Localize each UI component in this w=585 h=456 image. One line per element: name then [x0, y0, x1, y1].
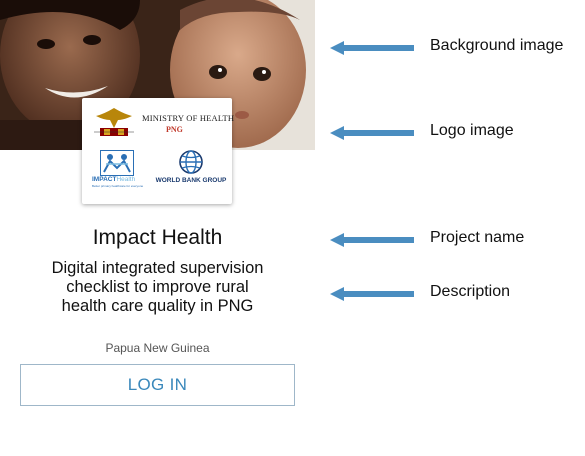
- impact-wordmark-accent: Health: [116, 176, 136, 183]
- annotation-label: Logo image: [430, 122, 514, 139]
- logo-image: MINISTRY OF HEALTH PNG IMPACTHealth Bett…: [82, 98, 234, 204]
- arrow-left-icon: [330, 233, 414, 247]
- ministry-subtitle: PNG: [166, 125, 183, 134]
- annotation-label: Background image: [430, 37, 564, 54]
- project-name: Impact Health: [92, 226, 223, 249]
- png-emblem-icon: [94, 108, 134, 136]
- annotation-project-name: Project name: [330, 229, 585, 249]
- annotation-logo-image: Logo image: [330, 122, 585, 142]
- description-line: Digital integrated supervision: [51, 259, 264, 277]
- arrow-left-icon: [330, 41, 414, 55]
- impact-health-logo: IMPACTHealth Better primary healthcare f…: [92, 150, 144, 194]
- arrow-left-icon: [330, 287, 414, 301]
- ministry-title: MINISTRY OF HEALTH: [142, 113, 235, 123]
- impact-wordmark-main: IMPACT: [92, 176, 117, 183]
- login-button[interactable]: LOG IN: [20, 364, 295, 406]
- world-bank-wordmark: WORLD BANK GROUP: [155, 177, 227, 184]
- impact-health-wordmark: IMPACTHealth: [92, 176, 135, 183]
- impact-tagline: Better primary healthcare for everyone: [92, 184, 144, 188]
- annotation-description: Description: [330, 283, 585, 303]
- world-bank-group-logo: WORLD BANK GROUP: [152, 150, 230, 190]
- annotation-background-image: Background image: [330, 37, 585, 57]
- annotation-label: Description: [430, 283, 511, 300]
- description-line: checklist to improve rural: [66, 278, 249, 296]
- annotation-label: Project name: [430, 229, 525, 246]
- project-description: Digital integrated supervision checklist…: [20, 259, 295, 316]
- description-line: health care quality in PNG: [61, 297, 254, 315]
- globe-icon: [179, 150, 203, 174]
- ministry-of-health-logo: MINISTRY OF HEALTH PNG: [94, 106, 234, 142]
- project-location: Papua New Guinea: [105, 341, 210, 355]
- arrow-left-icon: [330, 126, 414, 140]
- impact-health-people-icon: [100, 150, 134, 176]
